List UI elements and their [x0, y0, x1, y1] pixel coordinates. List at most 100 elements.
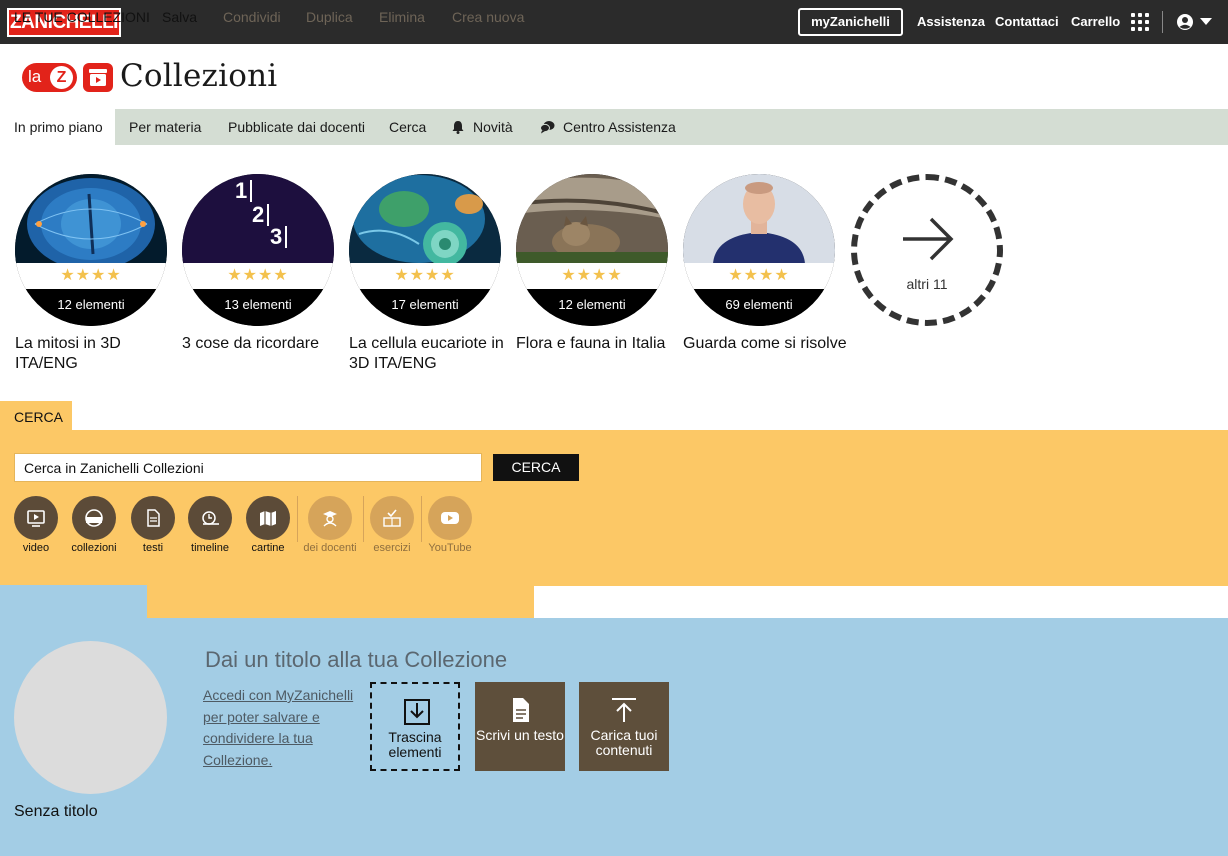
collection-thumbnail[interactable]: ★★★★ 12 elementi	[516, 174, 668, 326]
carrello-link[interactable]: Carrello	[1071, 14, 1120, 29]
tab-pubblicate-dai-docenti[interactable]: Pubblicate dai docenti	[228, 109, 365, 145]
collection-title[interactable]: 3 cose da ricordare	[182, 334, 352, 354]
filter-separator	[421, 496, 422, 542]
collection-name: Senza titolo	[14, 803, 98, 820]
page-title: Collezioni	[120, 58, 278, 94]
collection-box-icon	[83, 63, 113, 92]
contattaci-link[interactable]: Contattaci	[995, 14, 1059, 29]
collection-title[interactable]: Flora e fauna in Italia	[516, 334, 686, 354]
action-label: Carica tuoi contenuti	[590, 727, 658, 758]
search-button[interactable]: CERCA	[493, 454, 579, 481]
la-z-logo[interactable]: la Z	[22, 63, 77, 92]
number-3: 3	[270, 224, 283, 249]
save-button[interactable]: Salva	[162, 0, 197, 34]
collection-title[interactable]: La cellula eucariote in 3D ITA/ENG	[349, 334, 519, 374]
chevron-down-icon[interactable]	[1200, 18, 1212, 25]
my-zanichelli-button[interactable]: myZanichelli	[798, 8, 903, 36]
apps-grid-icon[interactable]	[1131, 13, 1149, 31]
rating-stars: ★★★★	[683, 263, 835, 289]
tab-novita-label: Novità	[473, 119, 513, 135]
collection-title[interactable]: La mitosi in 3D ITA/ENG	[15, 334, 185, 374]
filter-label: collezioni	[71, 542, 117, 554]
number-1: 1	[235, 178, 248, 203]
exercise-icon	[370, 496, 414, 540]
youtube-icon	[428, 496, 472, 540]
action-label: Scrivi un testo	[476, 727, 564, 743]
filter-label: testi	[142, 542, 164, 554]
mitosis-image	[15, 174, 167, 270]
tab-per-materia[interactable]: Per materia	[129, 109, 201, 145]
element-count: 17 elementi	[349, 289, 501, 326]
element-count: 13 elementi	[182, 289, 334, 326]
la-z-logo-la: la	[28, 67, 42, 86]
collection-thumbnail[interactable]: 1 2 3 ★★★★ 13 elementi	[182, 174, 334, 326]
upload-icon	[612, 698, 636, 722]
collection-cover-placeholder[interactable]	[14, 641, 167, 794]
filter-label: YouTube	[428, 542, 472, 554]
topbar-separator	[1162, 11, 1163, 33]
filter-label: cartine	[251, 542, 285, 554]
collection-thumbnail[interactable]: ★★★★ 17 elementi	[349, 174, 501, 326]
numbers-image: 1 2 3	[182, 174, 334, 264]
number-bar	[250, 180, 252, 202]
element-count: 69 elementi	[683, 289, 835, 326]
tab-novita[interactable]: Novità	[451, 109, 513, 145]
element-count: 12 elementi	[516, 289, 668, 326]
action-label: Trascina elementi	[388, 729, 442, 760]
filter-separator	[297, 496, 298, 542]
bell-icon	[451, 111, 465, 148]
upload-content-button[interactable]: Carica tuoi contenuti	[579, 682, 669, 771]
map-icon	[246, 496, 290, 540]
wildcat-image	[516, 174, 668, 264]
collection-thumbnail[interactable]: ★★★★ 69 elementi	[683, 174, 835, 326]
rating-stars: ★★★★	[15, 263, 167, 289]
tab-cerca[interactable]: Cerca	[389, 109, 426, 145]
login-link[interactable]: Accedi con MyZanichelli per poter salvar…	[203, 685, 363, 771]
more-collections-button[interactable]: altri 11	[851, 174, 1003, 326]
assistenza-link[interactable]: Assistenza	[917, 14, 985, 29]
filter-label: dei docenti	[303, 542, 357, 554]
number-bar	[267, 204, 269, 226]
rating-stars: ★★★★	[182, 263, 334, 289]
la-z-logo-z: Z	[50, 66, 73, 89]
main-nav: In primo piano Per materia Pubblicate da…	[0, 109, 1228, 145]
collection-title-input[interactable]: Dai un titolo alla tua Collezione	[205, 647, 507, 673]
delete-button[interactable]: Elimina	[379, 0, 425, 34]
cell-image	[349, 174, 501, 266]
more-collections-label: altri 11	[906, 276, 948, 292]
text-icon	[131, 496, 175, 540]
share-button[interactable]: Condividi	[223, 0, 281, 34]
tab-in-primo-piano[interactable]: In primo piano	[0, 109, 115, 145]
rating-stars: ★★★★	[516, 263, 668, 289]
filter-label: esercizi	[373, 542, 411, 554]
drag-elements-dropzone[interactable]: Trascina elementi	[370, 682, 460, 771]
chat-bubbles-icon	[540, 111, 555, 148]
arrow-right-icon	[903, 217, 954, 261]
collection-icon	[72, 496, 116, 540]
tab-centro-assistenza[interactable]: Centro Assistenza	[540, 109, 676, 145]
filter-label: video	[22, 542, 50, 554]
collection-title[interactable]: Guarda come si risolve	[683, 334, 853, 354]
filter-separator	[363, 496, 364, 542]
write-text-button[interactable]: Scrivi un testo	[475, 682, 565, 771]
create-new-button[interactable]: Crea nuova	[452, 0, 524, 34]
number-2: 2	[252, 202, 265, 227]
video-icon	[14, 496, 58, 540]
timeline-icon	[188, 496, 232, 540]
collection-thumbnail[interactable]: ★★★★ 12 elementi	[15, 174, 167, 326]
user-account-icon[interactable]	[1176, 13, 1194, 31]
tab-centro-assistenza-label: Centro Assistenza	[563, 119, 676, 135]
search-section-tab[interactable]: CERCA	[0, 401, 72, 431]
download-icon	[404, 699, 430, 725]
rating-stars: ★★★★	[349, 263, 501, 289]
duplicate-button[interactable]: Duplica	[306, 0, 353, 34]
search-input[interactable]	[14, 453, 482, 482]
presenter-image	[683, 174, 835, 264]
document-icon	[513, 698, 529, 722]
tab-le-tue-collezioni[interactable]: LE TUE COLLEZIONI	[14, 0, 150, 34]
teacher-icon	[308, 496, 352, 540]
filter-label: timeline	[191, 542, 229, 554]
collection-tab-active-bg	[0, 585, 147, 619]
element-count: 12 elementi	[15, 289, 167, 326]
number-bar	[285, 226, 287, 248]
